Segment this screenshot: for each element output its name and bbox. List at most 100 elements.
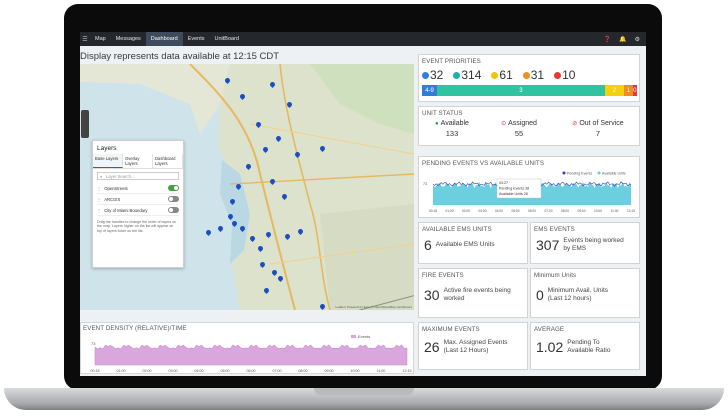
out-of-service-icon: ⊘: [572, 121, 578, 127]
priority-bar-segment: 2: [604, 85, 625, 96]
map-view[interactable]: Layers Base Layers Overlay Layers Dashbo…: [80, 64, 414, 310]
event-pin[interactable]: [270, 179, 275, 186]
help-icon[interactable]: ❓: [604, 36, 611, 43]
metric-title: AVERAGE: [534, 326, 565, 333]
event-pin[interactable]: [206, 230, 211, 237]
event-pin[interactable]: [228, 214, 233, 221]
map-zoom-controls[interactable]: [81, 110, 89, 138]
nav-unitboard[interactable]: UnitBoard: [210, 32, 244, 46]
land-south: [320, 204, 414, 310]
x-tick-label: 01:00: [117, 369, 126, 373]
event-pin[interactable]: [266, 232, 271, 239]
event-pin[interactable]: [287, 102, 292, 109]
x-tick-label: 01:00: [446, 209, 454, 213]
event-pin[interactable]: [256, 122, 261, 129]
layer-row-city-boundary[interactable]: ⋮ City of Miami Boundary: [97, 205, 179, 216]
event-pin[interactable]: [260, 262, 265, 269]
density-legend-label: Events: [358, 334, 370, 339]
x-tick-label: 09:00: [578, 209, 586, 213]
layer-search-input[interactable]: ⌕ Layer Search...: [97, 172, 179, 180]
metric-value: 0: [536, 287, 544, 303]
priority-counts: 32 314 61 31 10: [422, 68, 575, 82]
status-label: Assigned: [508, 120, 537, 127]
event-pin[interactable]: [250, 236, 255, 243]
menu-icon[interactable]: ☰: [80, 36, 90, 43]
event-density-panel: EVENT DENSITY (RELATIVE)/TIME Events 73 …: [80, 322, 414, 374]
layers-title: Layers: [97, 145, 117, 152]
tab-base-layers[interactable]: Base Layers: [93, 154, 123, 168]
settings-icon[interactable]: ⚙: [635, 36, 640, 43]
event-pin[interactable]: [246, 164, 251, 171]
event-pin[interactable]: [282, 194, 287, 201]
metric-value: 6: [424, 237, 432, 253]
layer-label: OpenStreets: [104, 185, 128, 191]
tab-dashboard-layers[interactable]: Dashboard Layers: [153, 154, 183, 168]
event-pin[interactable]: [278, 276, 283, 283]
fire-events-panel: FIRE EVENTS 30 Active fire events being w…: [418, 268, 528, 318]
priority-value: 31: [530, 68, 545, 82]
layer-toggle-openstreets[interactable]: [168, 185, 179, 191]
event-pin[interactable]: [263, 147, 268, 154]
x-tick-label: 04:00: [495, 209, 503, 213]
x-tick-label: 08:00: [299, 369, 308, 373]
status-value: 55: [514, 129, 524, 138]
nav-messages[interactable]: Messages: [111, 32, 146, 46]
event-pin[interactable]: [295, 152, 300, 159]
metric-value: 26: [424, 339, 440, 355]
event-pin[interactable]: [285, 234, 290, 241]
event-pin[interactable]: [218, 226, 223, 233]
bell-icon[interactable]: 🔔: [619, 36, 626, 43]
metric-title: AVAILABLE EMS UNITS: [422, 226, 492, 233]
event-pin[interactable]: [240, 94, 245, 101]
pending-legend-swatch: [562, 171, 566, 175]
nav-map[interactable]: Map: [90, 32, 111, 46]
event-pin[interactable]: [298, 229, 303, 236]
layer-toggle-city-boundary[interactable]: [168, 207, 179, 213]
nav-events[interactable]: Events: [183, 32, 210, 46]
event-priorities-title: EVENT PRIORITIES: [422, 58, 481, 65]
metric-desc: Active fire events being worked: [443, 287, 511, 302]
status-value: 7: [595, 129, 601, 138]
x-tick-label: 08:00: [561, 209, 569, 213]
pending-legend-label: Pending Events: [567, 172, 592, 176]
x-tick-label: 00:18: [91, 369, 100, 373]
priority-count-0: 10: [554, 68, 575, 82]
event-pin[interactable]: [320, 146, 325, 153]
density-legend-swatch: [351, 335, 356, 338]
tab-overlay-layers[interactable]: Overlay Layers: [123, 154, 153, 168]
event-pin[interactable]: [232, 221, 237, 228]
available-dot-icon: ●: [435, 121, 439, 127]
event-pin[interactable]: [320, 304, 325, 310]
minimum-units-panel: Minimum Units 0 Minimum Avail. Units (Las…: [530, 268, 640, 318]
pva-tooltip: 03:27 Pending Events 38 Available Units …: [496, 178, 542, 199]
layer-row-openstreets[interactable]: ⋮ OpenStreets: [97, 183, 179, 194]
event-pin[interactable]: [240, 226, 245, 233]
pva-x-ticks: 00:18 01:00 02:00 03:00 04:00 05:00 06:00 07:00…: [429, 209, 635, 213]
x-tick-label: 02:00: [143, 369, 152, 373]
metric-desc: Pending To Available Ratio: [567, 339, 611, 354]
event-pin[interactable]: [236, 184, 241, 191]
event-pin[interactable]: [264, 288, 269, 295]
top-nav: ☰ Map Messages Dashboard Events UnitBoar…: [80, 32, 646, 46]
event-pin[interactable]: [230, 199, 235, 206]
event-pin[interactable]: [258, 246, 263, 253]
x-tick-label: 03:00: [169, 369, 178, 373]
priority-bar-segment: 4-9: [422, 85, 438, 96]
density-y-label: 73: [91, 341, 96, 346]
event-priorities-panel: EVENT PRIORITIES 32 314 61 31 10 4-9 3 2 1 0: [418, 54, 640, 102]
x-tick-label: 10:00: [594, 209, 602, 213]
layers-panel: Layers Base Layers Overlay Layers Dashbo…: [92, 140, 184, 268]
layer-row-arcgis[interactable]: ⋮ ARCGIS: [97, 194, 179, 205]
nav-dashboard[interactable]: Dashboard: [145, 32, 183, 46]
layer-toggle-arcgis[interactable]: [168, 196, 179, 202]
event-pin[interactable]: [225, 78, 230, 85]
x-tick-label: 03:00: [479, 209, 487, 213]
x-tick-label: 09:00: [325, 369, 334, 373]
metric-value: 307: [536, 237, 560, 253]
event-pin[interactable]: [272, 270, 277, 277]
event-pin[interactable]: [270, 82, 275, 89]
priority-dot-icon: [522, 71, 530, 79]
priority-count-2: 61: [491, 68, 513, 82]
event-pin[interactable]: [276, 136, 281, 143]
status-available: ● Available 133: [427, 120, 477, 138]
